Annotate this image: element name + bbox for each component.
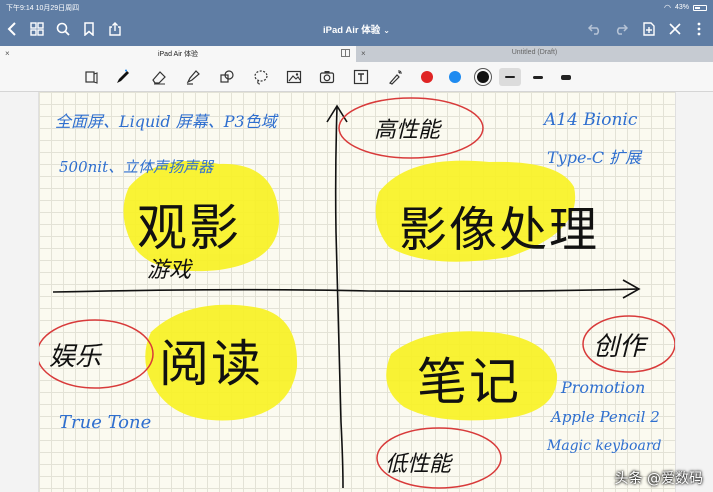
note-true-tone: True Tone	[59, 412, 152, 433]
note-feature-line-2: 500nit、立体声扬声器	[59, 158, 214, 176]
status-bar: 下午9:14 10月29日周四 ◠ 43%	[0, 0, 713, 14]
note-quadrant-notes: 笔记	[417, 353, 521, 411]
note-entertainment: 娱乐	[49, 342, 102, 372]
note-apple-pencil: Apple Pencil 2	[551, 408, 660, 426]
text-box-icon[interactable]	[352, 68, 370, 86]
highlighter-icon[interactable]	[184, 68, 202, 86]
lasso-icon[interactable]	[252, 68, 270, 86]
battery-percent: 43%	[674, 4, 689, 11]
tab-label: Untitled (Draft)	[511, 49, 558, 56]
chevron-down-icon: ⌄	[383, 26, 390, 35]
note-feature-line-1: 全面屏、Liquid 屏幕、P3色域	[55, 112, 277, 131]
note-high-performance: 高性能	[374, 118, 441, 143]
document-tabs: × iPad Air 体验 × Untitled (Draft)	[0, 46, 713, 62]
line-width-thin[interactable]	[499, 68, 521, 86]
read-only-icon[interactable]	[82, 68, 100, 86]
document-title[interactable]: iPad Air 体验 ⌄	[0, 22, 713, 36]
camera-icon[interactable]	[318, 68, 336, 86]
color-blue-swatch[interactable]	[449, 71, 461, 83]
status-date: 10月29日周四	[35, 5, 80, 12]
note-magic-keyboard: Magic keyboard	[547, 438, 662, 454]
note-chip-line: A14 Bionic	[544, 110, 638, 130]
laser-pointer-icon[interactable]	[386, 68, 404, 86]
note-quadrant-gaming: 游戏	[147, 258, 192, 283]
note-quadrant-reading: 阅读	[159, 335, 263, 393]
note-canvas[interactable]: 全面屏、Liquid 屏幕、P3色域 500nit、立体声扬声器 A14 Bio…	[0, 92, 713, 492]
note-port-line: Type-C 扩展	[547, 148, 642, 167]
status-time: 下午9:14	[6, 5, 34, 12]
note-low-performance: 低性能	[385, 452, 452, 477]
image-icon[interactable]	[285, 68, 303, 86]
note-creation: 创作	[593, 332, 646, 362]
tools-toolbar	[0, 62, 713, 92]
line-width-thick[interactable]	[555, 68, 577, 86]
shapes-icon[interactable]	[218, 68, 236, 86]
watermark: 头条 @爱数码	[614, 471, 703, 487]
top-bar: 下午9:14 10月29日周四 ◠ 43% iPad Air 体验 ⌄	[0, 0, 713, 46]
wifi-icon: ◠	[664, 3, 671, 12]
tab-label: iPad Air 体验	[157, 51, 199, 58]
split-view-icon[interactable]	[341, 49, 350, 57]
document-title-text: iPad Air 体验	[323, 25, 381, 36]
note-promotion: Promotion	[561, 378, 646, 397]
close-icon[interactable]	[666, 20, 684, 38]
more-icon[interactable]	[690, 20, 708, 38]
tab-untitled[interactable]: × Untitled (Draft)	[356, 46, 713, 62]
note-page[interactable]: 全面屏、Liquid 屏幕、P3色域 500nit、立体声扬声器 A14 Bio…	[38, 92, 676, 492]
color-red-swatch[interactable]	[421, 71, 433, 83]
battery-icon	[693, 4, 707, 11]
note-quadrant-watch: 观影	[137, 199, 241, 257]
note-quadrant-imaging: 影像处理	[399, 202, 600, 258]
navigation-row: iPad Air 体验 ⌄	[0, 15, 713, 45]
undo-icon[interactable]	[586, 20, 604, 38]
add-page-icon[interactable]	[640, 20, 658, 38]
tab-ipad-air[interactable]: × iPad Air 体验	[0, 46, 356, 62]
eraser-icon[interactable]	[150, 68, 168, 86]
line-width-medium[interactable]	[527, 68, 549, 86]
redo-icon[interactable]	[612, 20, 630, 38]
color-black-swatch[interactable]	[477, 71, 489, 83]
pen-icon[interactable]	[114, 68, 132, 86]
